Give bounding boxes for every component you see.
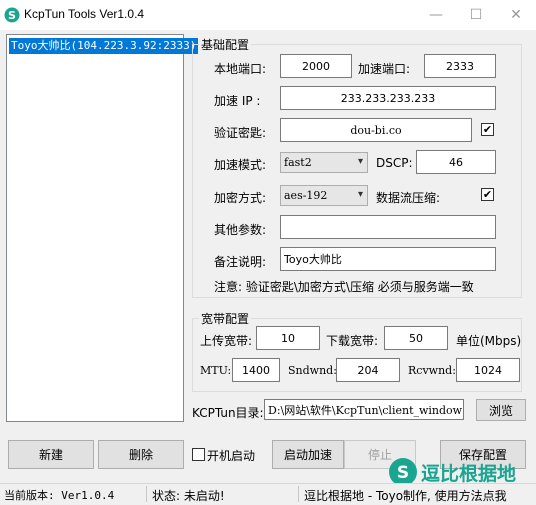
status-credit-link[interactable]: 逗比根据地 - Toyo制作, 使用方法点我 [304,487,507,504]
status-version: 当前版本: Ver1.0.4 [4,489,115,502]
mode-label: 加速模式: [214,158,267,172]
kcptun-dir-input[interactable]: D:\网站\软件\KcpTun\client_window [264,399,464,420]
title-bar: S KcpTun Tools Ver1.0.4 — ☐ ✕ [0,0,536,30]
new-button[interactable]: 新建 [8,440,94,469]
mtu-input[interactable]: 1400 [232,358,280,382]
key-label: 验证密匙: [214,126,267,140]
mode-select[interactable]: fast2 ▾ [280,152,368,173]
mode-select-value: fast2 [284,156,312,169]
crypt-select-value: aes-192 [284,189,328,202]
compress-label: 数据流压缩: [376,191,441,205]
accel-ip-label: 加速 IP : [214,94,261,108]
autostart-checkbox[interactable] [192,448,205,461]
kcptun-dir-label: KCPTun目录: [192,406,264,420]
close-icon[interactable]: ✕ [496,0,536,30]
app-logo-icon: S [4,7,20,23]
chevron-down-icon: ▾ [357,156,363,167]
rcvwnd-input[interactable]: 1024 [456,358,520,382]
chevron-down-icon: ▾ [357,189,363,200]
start-button[interactable]: 启动加速 [272,440,344,469]
accel-port-label: 加速端口: [358,62,411,76]
bandwidth-legend: 宽带配置 [201,312,250,326]
up-bandwidth-input[interactable]: 10 [256,326,320,350]
compress-checkbox[interactable]: ✔ [481,188,494,201]
sndwnd-label: Sndwnd: [288,364,337,377]
delete-button[interactable]: 删除 [98,440,184,469]
dscp-input[interactable]: 46 [416,150,496,174]
other-params-input[interactable] [280,215,496,239]
status-state: 状态: 未启动! [152,489,225,503]
status-separator [146,486,147,502]
local-port-label: 本地端口: [214,62,267,76]
server-list-item[interactable]: Toyo大帅比(104.223.3.92:2333) [9,38,199,54]
crypt-label: 加密方式: [214,191,267,205]
basic-config-legend: 基础配置 [201,38,250,52]
svg-text:S: S [397,463,409,483]
local-port-input[interactable]: 2000 [280,54,352,78]
note-text: 注意: 验证密匙\加密方式\压缩 必须与服务端一致 [214,280,474,294]
down-bandwidth-input[interactable]: 50 [384,326,448,350]
down-bandwidth-label: 下载宽带: [326,334,379,348]
accel-ip-input[interactable]: 233.233.233.233 [280,86,496,110]
maximize-icon[interactable]: ☐ [456,0,496,30]
svg-text:S: S [8,9,16,22]
key-input[interactable]: dou-bi.co [280,118,472,142]
server-list[interactable]: Toyo大帅比(104.223.3.92:2333) [6,34,199,422]
remark-label: 备注说明: [214,255,267,269]
watermark-text: 逗比根据地 [421,463,517,485]
rcvwnd-label: Rcvwnd: [408,364,456,377]
unit-label: 单位(Mbps) [456,334,522,348]
sndwnd-input[interactable]: 204 [336,358,400,382]
browse-button[interactable]: 浏览 [476,399,526,421]
mtu-label: MTU: [200,364,232,377]
autostart-label: 开机启动 [207,449,256,463]
key-visible-checkbox[interactable]: ✔ [481,123,494,136]
minimize-icon[interactable]: — [416,0,456,30]
accel-port-input[interactable]: 2333 [424,54,496,78]
crypt-select[interactable]: aes-192 ▾ [280,185,368,206]
status-separator [298,486,299,502]
window-title: KcpTun Tools Ver1.0.4 [24,7,145,21]
other-params-label: 其他参数: [214,223,267,237]
dscp-label: DSCP: [376,156,413,170]
remark-input[interactable]: Toyo大帅比 [280,247,496,271]
up-bandwidth-label: 上传宽带: [200,334,253,348]
